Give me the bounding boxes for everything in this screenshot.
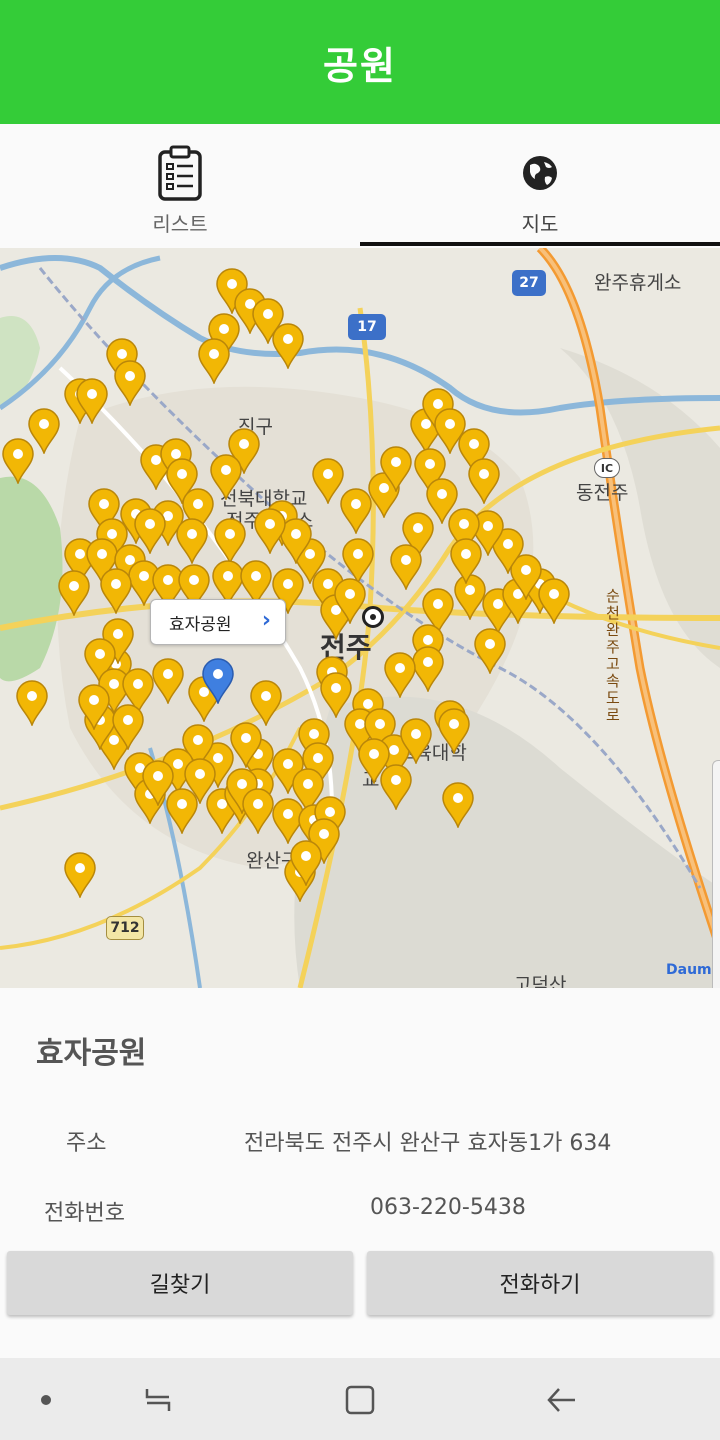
map-label-rest-area: 완주휴게소 — [594, 272, 682, 294]
park-marker-icon[interactable] — [212, 518, 248, 566]
park-marker-icon[interactable] — [56, 570, 92, 618]
address-value: 전라북도 전주시 완산구 효자동1가 634 — [244, 1131, 612, 1156]
park-marker-icon[interactable] — [466, 458, 502, 506]
park-marker-icon[interactable] — [240, 788, 276, 836]
place-name: 효자공원 — [36, 1036, 147, 1071]
road-badge-712: 712 — [106, 916, 144, 940]
map-label-ic: 동전주 — [576, 482, 629, 504]
road-badge-17: 17 — [348, 314, 386, 340]
chevron-right-icon: › — [261, 608, 271, 633]
park-marker-icon[interactable] — [436, 708, 472, 756]
park-marker-icon[interactable] — [0, 438, 36, 486]
home-icon[interactable] — [338, 1378, 382, 1422]
map-label-expressway: 순천완주고속도로 — [606, 587, 620, 724]
phone-value[interactable]: 063-220-5438 — [370, 1195, 526, 1220]
phone-label: 전화번호 — [44, 1201, 125, 1226]
park-marker-icon[interactable] — [252, 508, 288, 556]
park-marker-icon[interactable] — [62, 852, 98, 900]
system-navigation-bar — [0, 1358, 720, 1440]
marker-callout[interactable]: 효자공원 › — [150, 599, 286, 645]
park-marker-icon[interactable] — [248, 680, 284, 728]
park-marker-icon[interactable] — [98, 568, 134, 616]
tab-bar: 리스트 지도 — [0, 124, 720, 248]
road-badge-27: 27 — [512, 270, 546, 296]
selected-location-marker-icon[interactable] — [200, 658, 236, 706]
app-root: 공원 리스트 지도 완주휴게소 동전주 진구 전북대학교 전주 육대학교 완산구… — [0, 0, 720, 1440]
ic-badge: IC — [594, 458, 620, 478]
tab-list-label: 리스트 — [152, 212, 208, 236]
address-label: 주소 — [66, 1131, 107, 1156]
park-marker-icon[interactable] — [448, 538, 484, 586]
tab-map[interactable]: 지도 — [360, 124, 720, 248]
recent-apps-icon[interactable] — [136, 1378, 180, 1422]
directions-button[interactable]: 길찾기 — [7, 1251, 353, 1315]
park-marker-icon[interactable] — [140, 760, 176, 808]
park-marker-icon[interactable] — [388, 544, 424, 592]
app-header: 공원 — [0, 0, 720, 124]
active-tab-indicator — [360, 242, 720, 246]
park-marker-icon[interactable] — [288, 840, 324, 888]
park-marker-icon[interactable] — [76, 684, 112, 732]
callout-label: 효자공원 — [169, 614, 232, 635]
park-marker-icon[interactable] — [112, 360, 148, 408]
park-marker-icon[interactable] — [196, 338, 232, 386]
park-marker-icon[interactable] — [398, 718, 434, 766]
map-label-mountain: 고덕산 — [514, 974, 567, 988]
park-marker-icon[interactable] — [110, 704, 146, 752]
park-marker-icon[interactable] — [14, 680, 50, 728]
park-marker-icon[interactable] — [472, 628, 508, 676]
park-marker-icon[interactable] — [440, 782, 476, 830]
map-view[interactable]: 완주휴게소 동전주 진구 전북대학교 전주캠퍼스 전주 전주교육대학교 완산구 … — [0, 248, 720, 988]
tab-list[interactable]: 리스트 — [0, 124, 360, 248]
clipboard-list-icon — [156, 144, 204, 202]
current-location-icon — [362, 606, 384, 628]
park-marker-icon[interactable] — [356, 738, 392, 786]
tab-map-label: 지도 — [521, 212, 559, 236]
park-marker-icon[interactable] — [150, 658, 186, 706]
dot-icon[interactable] — [24, 1378, 68, 1422]
call-button[interactable]: 전화하기 — [367, 1251, 713, 1315]
park-marker-icon[interactable] — [174, 518, 210, 566]
park-marker-icon[interactable] — [74, 378, 110, 426]
park-marker-icon[interactable] — [270, 323, 306, 371]
page-title: 공원 — [323, 43, 397, 88]
place-details-panel: 효자공원 주소 전라북도 전주시 완산구 효자동1가 634 전화번호 063-… — [0, 988, 720, 1358]
park-marker-icon[interactable] — [182, 758, 218, 806]
back-icon[interactable] — [540, 1378, 584, 1422]
globe-icon — [516, 144, 564, 202]
park-marker-icon[interactable] — [382, 652, 418, 700]
daum-logo: Daum — [666, 962, 712, 978]
